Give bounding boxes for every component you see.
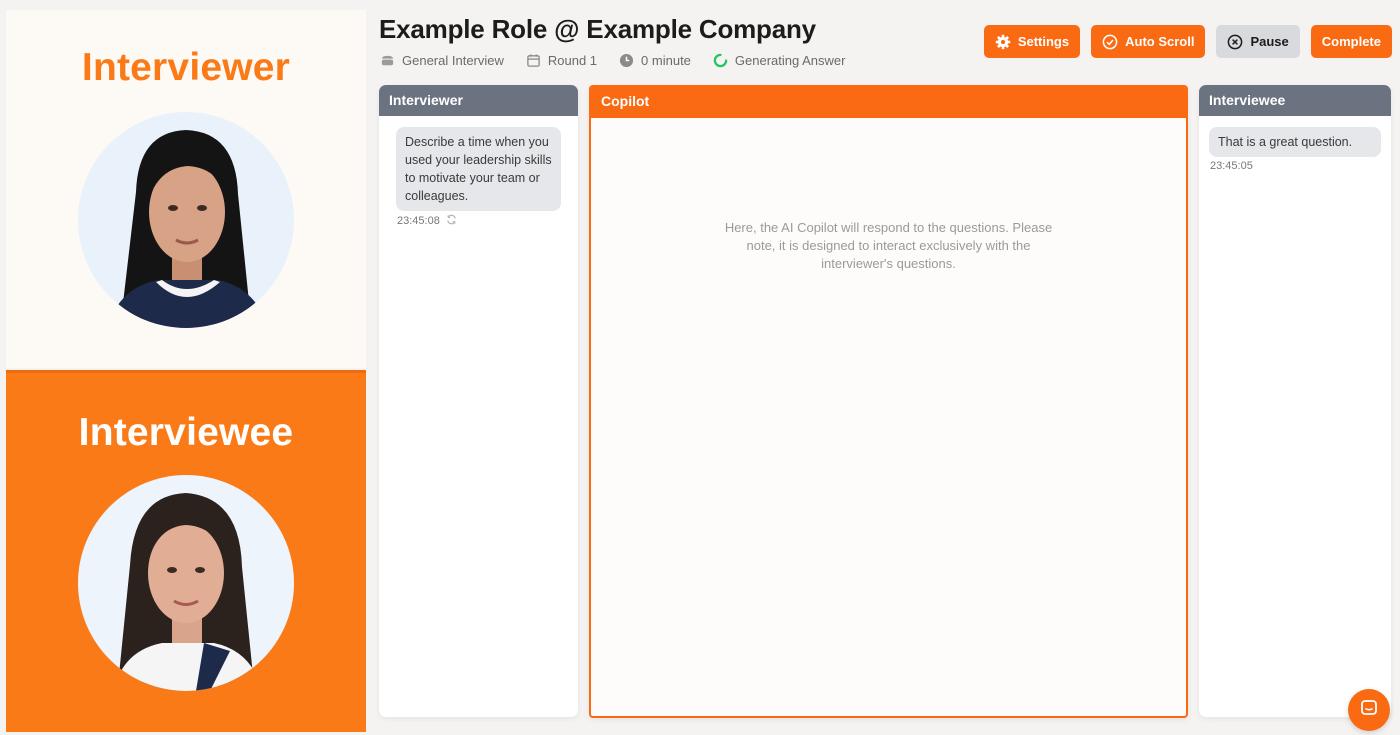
interviewee-panel-title: Interviewee bbox=[1199, 85, 1391, 116]
interviewee-video-tile: Interviewee bbox=[6, 370, 366, 732]
complete-button[interactable]: Complete bbox=[1310, 25, 1392, 58]
meta-interview-type: General Interview bbox=[380, 53, 504, 68]
interviewer-video-tile: Interviewer bbox=[6, 10, 366, 368]
close-circle-icon bbox=[1227, 34, 1243, 50]
copilot-panel: Copilot Here, the AI Copilot will respon… bbox=[589, 85, 1188, 718]
meta-interview-type-label: General Interview bbox=[402, 53, 504, 68]
meta-duration-label: 0 minute bbox=[641, 53, 691, 68]
interviewer-tile-title: Interviewer bbox=[81, 46, 291, 89]
toolbar: Settings Auto Scroll Pause Complete bbox=[983, 25, 1392, 58]
calendar-icon bbox=[526, 53, 541, 68]
check-circle-icon bbox=[1102, 34, 1118, 50]
interviewee-tile-title: Interviewee bbox=[78, 411, 294, 454]
interviewee-panel: Interviewee That is a great question. 23… bbox=[1199, 85, 1391, 717]
clock-icon bbox=[619, 53, 634, 68]
chat-icon bbox=[1359, 698, 1379, 723]
meta-status-label: Generating Answer bbox=[734, 53, 846, 68]
auto-scroll-button[interactable]: Auto Scroll bbox=[1091, 25, 1206, 58]
interviewee-message-text: That is a great question. bbox=[1209, 127, 1381, 157]
briefcase-icon bbox=[380, 53, 395, 68]
list-item: That is a great question. 23:45:05 bbox=[1209, 127, 1381, 172]
chat-launcher-button[interactable] bbox=[1348, 689, 1390, 731]
interviewee-avatar bbox=[78, 475, 294, 691]
spinner-icon bbox=[713, 53, 728, 68]
copilot-placeholder: Here, the AI Copilot will respond to the… bbox=[724, 220, 1053, 271]
meta-status: Generating Answer bbox=[713, 53, 846, 68]
pause-button[interactable]: Pause bbox=[1216, 25, 1300, 58]
meta-round-label: Round 1 bbox=[547, 53, 598, 68]
copilot-panel-title: Copilot bbox=[591, 87, 1186, 118]
video-tiles: Interviewer Interviewee bbox=[6, 10, 366, 732]
page-title: Example Role @ Example Company bbox=[379, 14, 816, 44]
interview-meta: General Interview Round 1 0 minute Gener… bbox=[380, 53, 846, 68]
gear-icon bbox=[995, 34, 1011, 50]
meta-duration: 0 minute bbox=[619, 53, 691, 68]
refresh-icon[interactable] bbox=[446, 214, 457, 228]
interviewer-message-text: Describe a time when you used your leade… bbox=[396, 127, 561, 211]
interviewer-message-time: 23:45:08 bbox=[397, 215, 440, 227]
settings-button[interactable]: Settings bbox=[983, 25, 1081, 58]
interviewer-panel-title: Interviewer bbox=[379, 85, 578, 116]
auto-scroll-button-label: Auto Scroll bbox=[1125, 34, 1195, 49]
interviewer-avatar bbox=[78, 112, 294, 328]
interviewer-message-meta: 23:45:08 bbox=[397, 214, 561, 228]
interviewer-panel: Interviewer Describe a time when you use… bbox=[379, 85, 578, 717]
complete-button-label: Complete bbox=[1321, 34, 1381, 49]
settings-button-label: Settings bbox=[1017, 34, 1070, 49]
pause-button-label: Pause bbox=[1250, 34, 1289, 49]
interviewee-message-time: 23:45:05 bbox=[1210, 160, 1253, 172]
list-item: Describe a time when you used your leade… bbox=[396, 127, 561, 228]
meta-round: Round 1 bbox=[526, 53, 597, 68]
